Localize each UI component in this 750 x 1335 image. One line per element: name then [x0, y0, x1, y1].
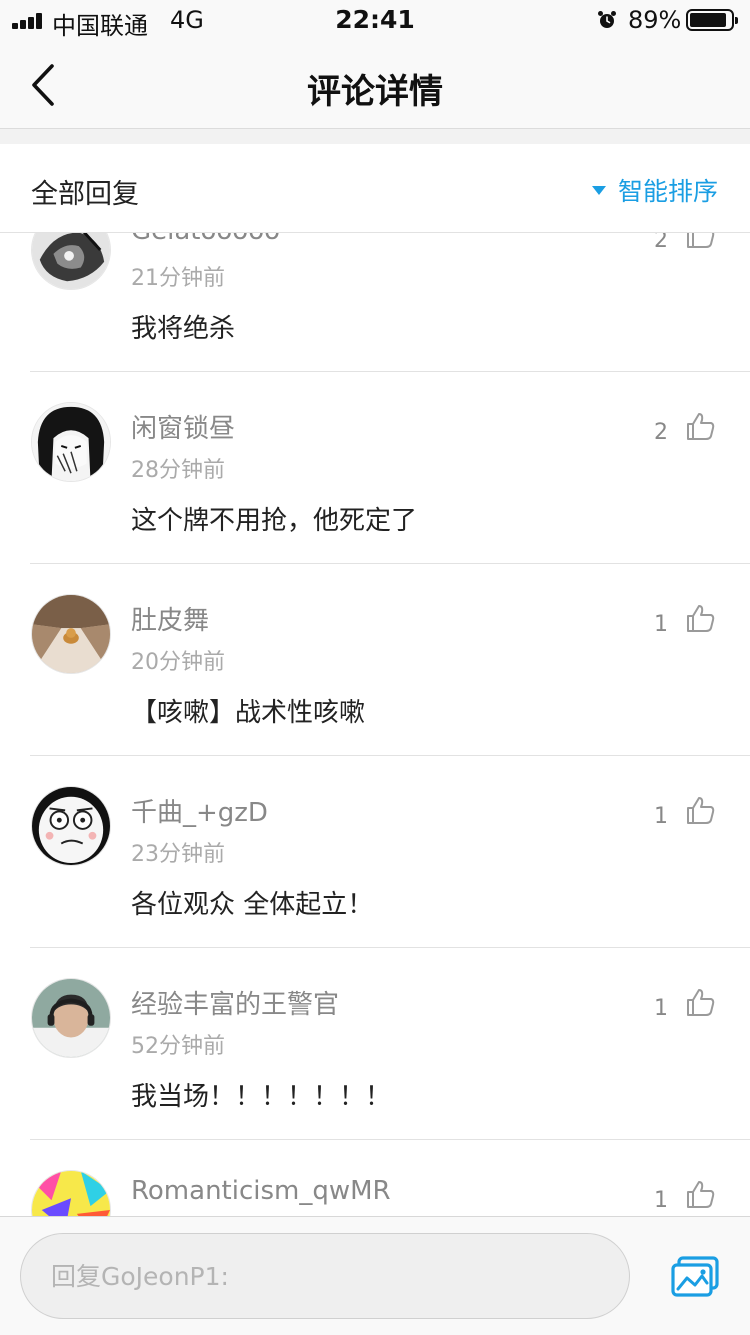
comment-time: 52分钟前: [131, 1034, 225, 1059]
thumbs-up-icon[interactable]: [684, 232, 716, 250]
comment-item[interactable]: 肚皮舞 20分钟前 【咳嗽】战术性咳嗽 1: [0, 564, 750, 756]
comment-text: 这个牌不用抢，他死定了: [131, 506, 418, 536]
sort-label: 智能排序: [617, 177, 718, 206]
commenter-name[interactable]: 经验丰富的王警官: [131, 984, 339, 1021]
comment-list-viewport[interactable]: Gelatooooo 21分钟前 我将绝杀 2 闲窗锁昼 28分钟前: [0, 232, 750, 1216]
like-count: 2: [654, 420, 668, 445]
comment-text: 我将绝杀: [131, 314, 236, 344]
thumbs-up-icon[interactable]: [684, 794, 716, 826]
nav-bar: 评论详情: [0, 42, 750, 129]
comment-item[interactable]: 闲窗锁昼 28分钟前 这个牌不用抢，他死定了 2: [0, 372, 750, 564]
avatar[interactable]: [31, 232, 111, 290]
commenter-name[interactable]: Romanticism_qwMR: [131, 1176, 391, 1206]
thumbs-up-icon[interactable]: [684, 602, 716, 634]
comment-text: 各位观众 全体起立！: [131, 890, 374, 920]
comment-item[interactable]: Gelatooooo 21分钟前 我将绝杀 2: [0, 232, 750, 372]
thumbs-up-icon[interactable]: [684, 410, 716, 442]
avatar[interactable]: [31, 786, 111, 866]
avatar[interactable]: [31, 1170, 111, 1216]
commenter-name[interactable]: Gelatooooo: [131, 232, 280, 246]
image-picker-icon[interactable]: [670, 1255, 720, 1299]
triangle-down-icon: [591, 185, 606, 195]
like-count: 2: [654, 232, 668, 253]
commenter-name[interactable]: 千曲_+gzD: [131, 792, 268, 829]
avatar[interactable]: [31, 402, 111, 482]
comment-time: 21分钟前: [131, 266, 225, 291]
status-bar: 中国联通 4G 22:41 89%: [0, 0, 750, 42]
reply-bar: [0, 1216, 750, 1335]
comment-time: 20分钟前: [131, 650, 225, 675]
like-count: 1: [654, 996, 668, 1021]
avatar[interactable]: [31, 978, 111, 1058]
commenter-name[interactable]: 闲窗锁昼: [131, 408, 235, 445]
thumbs-up-icon[interactable]: [684, 1178, 716, 1210]
page-title: 评论详情: [307, 72, 443, 112]
battery-icon: [686, 9, 738, 31]
comment-text: 我当场！！！！！！！: [131, 1082, 392, 1112]
like-count: 1: [654, 1188, 668, 1213]
comment-item[interactable]: Romanticism_qwMR 1: [0, 1140, 750, 1216]
commenter-name[interactable]: 肚皮舞: [131, 600, 209, 637]
all-replies-title: 全部回复: [31, 179, 139, 210]
comment-time: 28分钟前: [131, 458, 225, 483]
sort-toggle[interactable]: 智能排序: [591, 172, 718, 208]
comment-item[interactable]: 经验丰富的王警官 52分钟前 我当场！！！！！！！ 1: [0, 948, 750, 1140]
avatar[interactable]: [31, 594, 111, 674]
like-count: 1: [654, 612, 668, 637]
divider: [0, 129, 750, 144]
like-count: 1: [654, 804, 668, 829]
battery-percent: 89%: [628, 6, 682, 34]
comment-text: 【咳嗽】战术性咳嗽: [131, 698, 366, 728]
alarm-icon: [598, 11, 616, 28]
thumbs-up-icon[interactable]: [684, 986, 716, 1018]
reply-input[interactable]: [20, 1233, 630, 1319]
comment-item[interactable]: 千曲_+gzD 23分钟前 各位观众 全体起立！ 1: [0, 756, 750, 948]
comment-list: Gelatooooo 21分钟前 我将绝杀 2 闲窗锁昼 28分钟前: [0, 232, 750, 1216]
replies-header: 全部回复 智能排序: [0, 144, 750, 233]
comment-time: 23分钟前: [131, 842, 225, 867]
